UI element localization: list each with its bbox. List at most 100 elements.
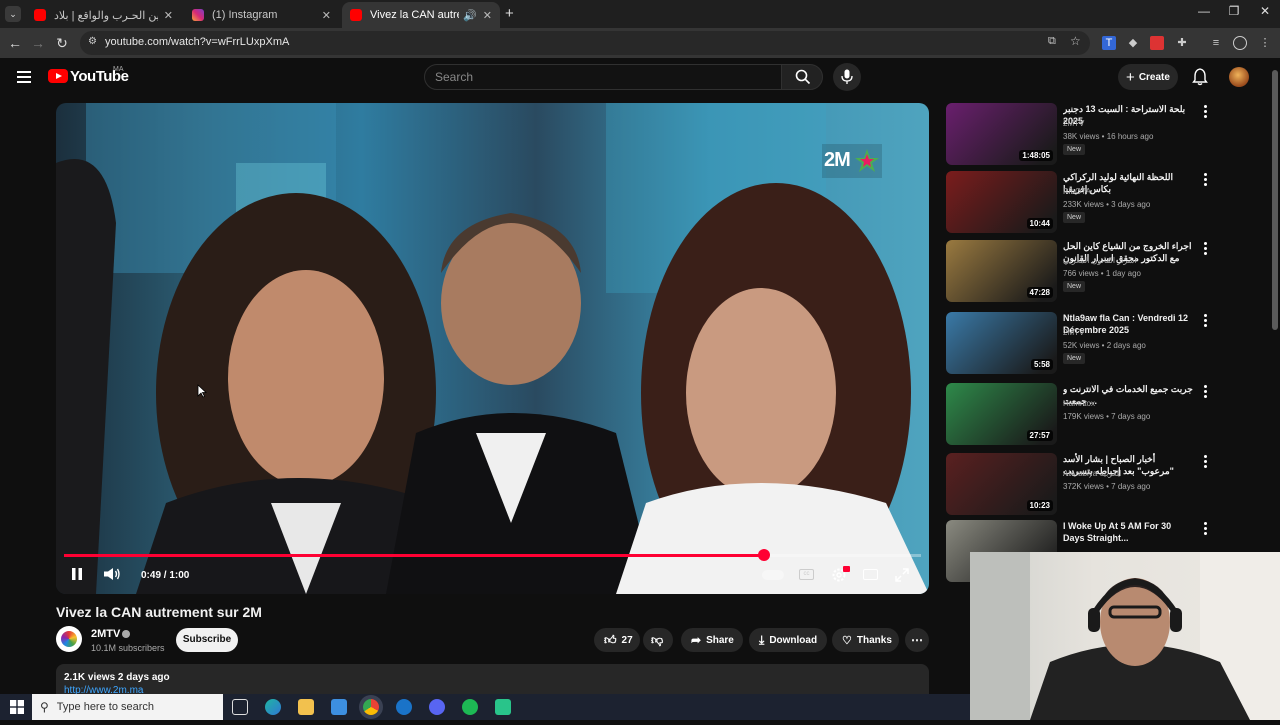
- recommended-channel[interactable]: 2MTV: [1063, 328, 1084, 337]
- video-player[interactable]: 2M 0:49 / 1:00 cc: [56, 103, 929, 594]
- subscriber-count: 10.1M subscribers: [91, 643, 165, 653]
- close-window-button[interactable]: ✕: [1250, 4, 1280, 18]
- video-thumbnail[interactable]: 47:28: [946, 240, 1057, 302]
- views-and-date: 2.1K views 2 days ago: [64, 672, 170, 683]
- diamond-extension-icon[interactable]: ◆: [1126, 36, 1140, 50]
- profile-icon[interactable]: [1233, 36, 1247, 50]
- new-tab-button[interactable]: +: [505, 5, 514, 22]
- description-box[interactable]: 2.1K views 2 days ago http://www.2m.ma: [56, 664, 929, 696]
- search-button[interactable]: [781, 64, 823, 90]
- browser-tab-2[interactable]: (1) Instagram ✕: [184, 2, 339, 28]
- subscribe-button[interactable]: Subscribe: [176, 628, 238, 652]
- autoplay-toggle[interactable]: [762, 570, 784, 580]
- media-controls-icon[interactable]: ≡: [1209, 36, 1223, 50]
- taskbar-search-box[interactable]: ⚲ Type here to search: [32, 694, 223, 720]
- recommended-title[interactable]: I Woke Up At 5 AM For 30 Days Straight..…: [1063, 520, 1193, 544]
- recommended-channel[interactable]: AlArabiya العربية: [1063, 469, 1121, 478]
- more-options-icon[interactable]: [1204, 105, 1208, 119]
- video-thumbnail[interactable]: 27:57: [946, 383, 1057, 445]
- recommended-channel[interactable]: PILOTA: [1063, 187, 1091, 196]
- file-explorer-icon[interactable]: [298, 699, 314, 715]
- edge-browser-icon[interactable]: [265, 699, 281, 715]
- more-options-icon[interactable]: [1204, 522, 1208, 536]
- webcam-video: [970, 552, 1280, 720]
- browser-tab-strip: ⌄ روسيا بين الحـرب والواقع | بلاد ✕ (1) …: [0, 0, 1280, 28]
- recommended-video[interactable]: 1:48:05 بلحة الاستراحة : السبت 13 دجنبر 2…: [946, 103, 1216, 167]
- channel-name[interactable]: 2MTV: [91, 628, 120, 640]
- reload-button[interactable]: ↻: [53, 34, 71, 52]
- store-icon[interactable]: [331, 699, 347, 715]
- download-button[interactable]: ⤓ Download: [749, 628, 827, 652]
- video-thumbnail[interactable]: 10:44: [946, 171, 1057, 233]
- recommended-video[interactable]: 10:23 أخبار الصباح | بشار الأسد "مرعوب" ب…: [946, 453, 1216, 517]
- voice-search-button[interactable]: [833, 63, 861, 91]
- extensions-puzzle-icon[interactable]: ✚: [1175, 36, 1189, 50]
- video-thumbnail[interactable]: 5:58: [946, 312, 1057, 374]
- dislike-button[interactable]: 👎︎: [643, 628, 673, 652]
- install-app-icon[interactable]: ⧉: [1048, 35, 1056, 48]
- red-extension-icon[interactable]: [1150, 36, 1164, 50]
- notifications-bell-icon[interactable]: [1192, 68, 1208, 86]
- recommended-channel[interactable]: Hamritox: [1063, 399, 1095, 408]
- progress-bar[interactable]: [64, 549, 921, 561]
- youtube-logo-icon[interactable]: [48, 69, 68, 83]
- recommended-video[interactable]: 47:28 اجراء الخروج من الشياع كاين الحل مع…: [946, 240, 1216, 304]
- browser-menu-icon[interactable]: ⋮: [1258, 36, 1272, 50]
- create-button[interactable]: + Create: [1118, 64, 1178, 90]
- chrome-icon[interactable]: [363, 699, 379, 715]
- more-options-icon[interactable]: [1204, 173, 1208, 187]
- search-input[interactable]: [435, 65, 765, 89]
- task-view-icon[interactable]: [232, 699, 248, 715]
- bookmark-star-icon[interactable]: ☆: [1070, 34, 1081, 48]
- recommended-video[interactable]: 5:58 Ntla9aw fla Can : Vendredi 12 Décemb…: [946, 312, 1216, 376]
- share-button[interactable]: ➦ Share: [681, 628, 743, 652]
- like-button[interactable]: 👍︎ 27: [594, 628, 640, 652]
- close-tab-icon[interactable]: ✕: [164, 9, 173, 22]
- browser-tab-1[interactable]: روسيا بين الحـرب والواقع | بلاد ✕: [26, 2, 181, 28]
- discord-icon[interactable]: [429, 699, 445, 715]
- spotify-icon[interactable]: [462, 699, 478, 715]
- video-duration: 47:28: [1026, 287, 1053, 298]
- more-options-icon[interactable]: [1204, 314, 1208, 328]
- more-options-icon[interactable]: [1204, 385, 1208, 399]
- tab-title: Vivez la CAN autrement sur: [370, 9, 459, 21]
- video-frame: [56, 103, 929, 594]
- scrollbar-thumb[interactable]: [1272, 70, 1278, 330]
- back-button[interactable]: ←: [6, 34, 24, 52]
- site-info-icon[interactable]: ⚙: [88, 36, 97, 47]
- app-icon[interactable]: [495, 699, 511, 715]
- video-thumbnail[interactable]: 10:23: [946, 453, 1057, 515]
- recommended-channel[interactable]: 2MTV: [1063, 119, 1084, 128]
- share-label: Share: [706, 634, 734, 646]
- theater-mode-button[interactable]: [863, 569, 878, 580]
- restore-button[interactable]: ❐: [1219, 4, 1249, 18]
- recommended-video[interactable]: 27:57 جربت جميع الخدمات في الانترنت و جمع…: [946, 383, 1216, 447]
- captions-button[interactable]: cc: [799, 569, 814, 580]
- more-actions-button[interactable]: ⋯: [905, 628, 929, 652]
- browser-tab-3[interactable]: Vivez la CAN autrement sur 🔊 ✕: [342, 2, 500, 28]
- account-avatar[interactable]: [1229, 67, 1249, 87]
- video-thumbnail[interactable]: 1:48:05: [946, 103, 1057, 165]
- more-options-icon[interactable]: [1204, 242, 1208, 256]
- address-bar[interactable]: ⚙ youtube.com/watch?v=wFrrLUxpXmA ⧉ ☆: [80, 31, 1090, 55]
- hd-badge: [843, 566, 850, 572]
- mail-icon[interactable]: [396, 699, 412, 715]
- menu-icon[interactable]: [17, 71, 31, 83]
- translate-extension-icon[interactable]: T: [1102, 36, 1116, 50]
- youtube-header: YouTube MA + Create: [0, 58, 1270, 98]
- mute-tab-icon[interactable]: 🔊: [463, 9, 477, 22]
- close-tab-icon[interactable]: ✕: [322, 9, 331, 22]
- more-options-icon[interactable]: [1204, 455, 1208, 469]
- channel-avatar[interactable]: [56, 626, 82, 652]
- pause-button[interactable]: [70, 567, 84, 581]
- windows-start-icon[interactable]: [10, 700, 24, 714]
- recommended-channel[interactable]: اسرار القانون المغربي: [1063, 256, 1137, 265]
- recommended-video[interactable]: 10:44 اللحظة النهائية لوليد الركراكي بكاس…: [946, 171, 1216, 235]
- fullscreen-icon[interactable]: [895, 568, 909, 582]
- thanks-button[interactable]: ♡ Thanks: [832, 628, 899, 652]
- forward-button[interactable]: →: [29, 34, 47, 52]
- close-tab-icon[interactable]: ✕: [483, 9, 492, 22]
- volume-button[interactable]: [103, 567, 121, 581]
- tab-search-dropdown[interactable]: ⌄: [5, 6, 21, 22]
- minimize-button[interactable]: —: [1189, 4, 1219, 18]
